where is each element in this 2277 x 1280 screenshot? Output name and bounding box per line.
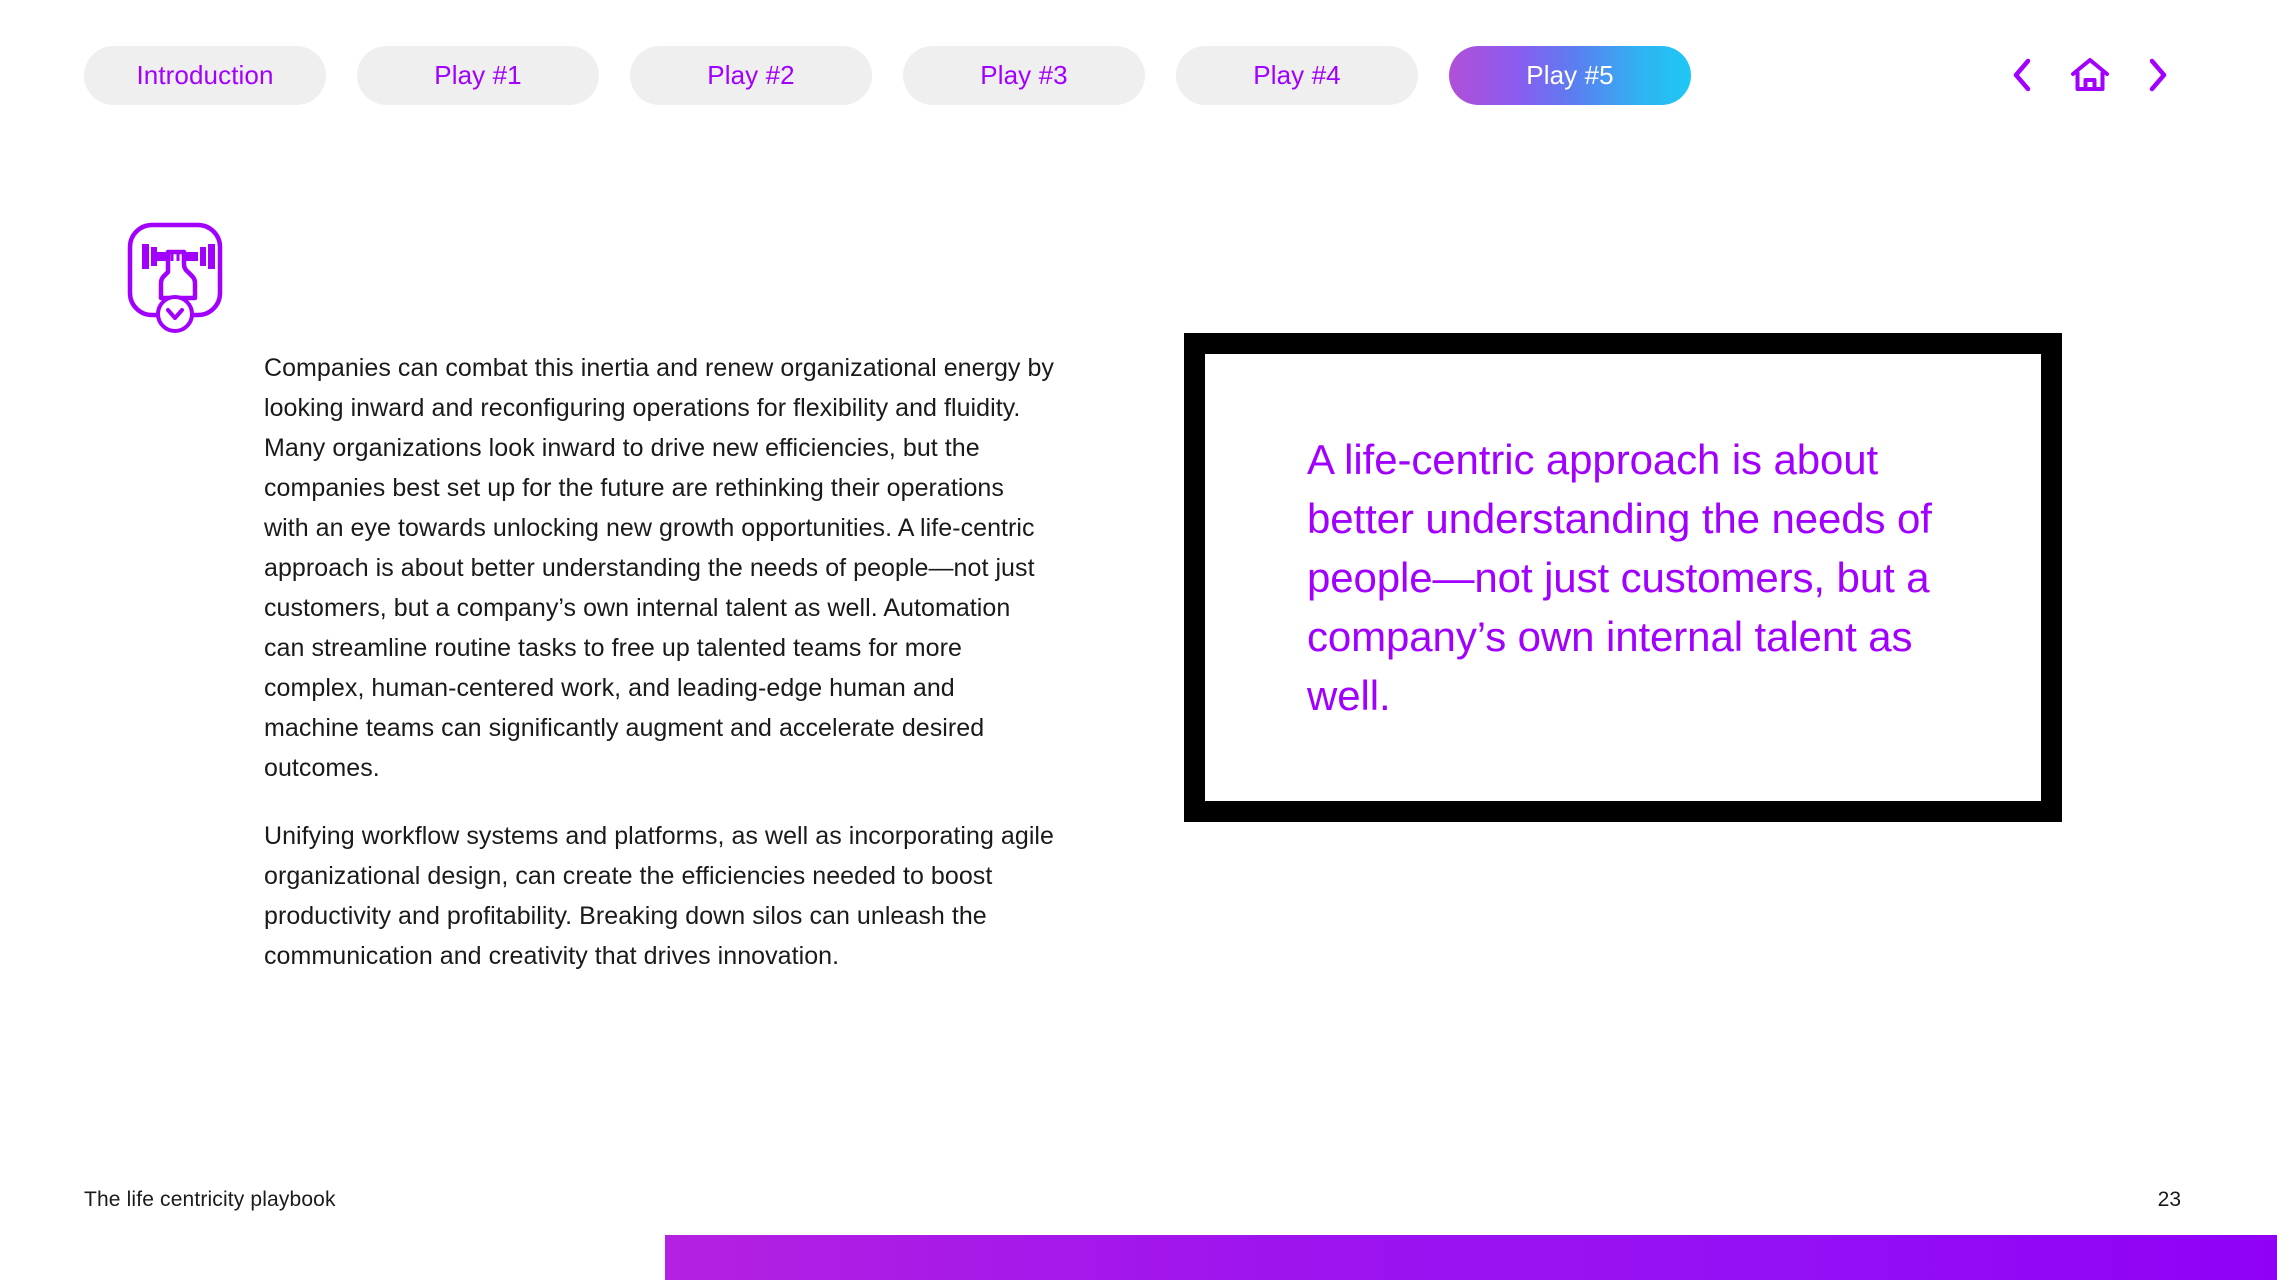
tab-play-4[interactable]: Play #4 [1176,46,1418,105]
pull-quote-box: A life-centric approach is about better … [1184,333,2062,822]
footer-page-number: 23 [2157,1188,2181,1211]
play-section-icon [126,222,230,334]
previous-page-button[interactable] [1999,52,2045,98]
section-tab-bar: Introduction Play #1 Play #2 Play #3 Pla… [84,46,1691,105]
home-icon [2070,56,2110,94]
tab-play-1[interactable]: Play #1 [357,46,599,105]
tab-play-3[interactable]: Play #3 [903,46,1145,105]
tab-play-2[interactable]: Play #2 [630,46,872,105]
bottom-gradient-bar [665,1235,2277,1280]
paragraph-2: Unifying workflow systems and platforms,… [264,822,1054,970]
pull-quote-text: A life-centric approach is about better … [1307,436,1932,719]
paragraph-1: Companies can combat this inertia and re… [264,354,1054,782]
playbook-page: Introduction Play #1 Play #2 Play #3 Pla… [0,0,2277,1280]
tab-introduction[interactable]: Introduction [84,46,326,105]
home-button[interactable] [2067,52,2113,98]
chevron-left-icon [2011,58,2033,92]
footer-title: The life centricity playbook [84,1188,336,1211]
tab-play-5[interactable]: Play #5 [1449,46,1691,105]
chevron-right-icon [2147,58,2169,92]
page-navigation [1999,52,2181,98]
body-copy: Companies can combat this inertia and re… [264,348,1054,976]
pull-quote-inner: A life-centric approach is about better … [1205,354,2041,801]
next-page-button[interactable] [2135,52,2181,98]
